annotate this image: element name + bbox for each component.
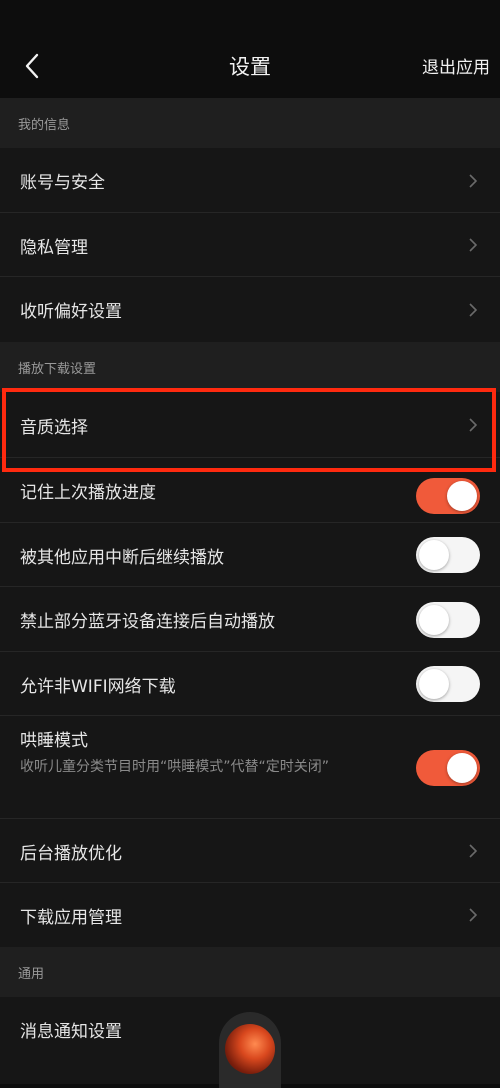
sleep-mode-text: 哄睡模式 收听儿童分类节目时用“哄睡模式”代替“定时关闭” — [20, 726, 405, 778]
exit-app-button[interactable]: 退出应用 — [422, 55, 490, 81]
row-block-bluetooth-autoplay: 禁止部分蓝牙设备连接后自动播放 — [0, 587, 500, 652]
row-label: 隐私管理 — [20, 237, 88, 258]
row-label: 收听偏好设置 — [20, 302, 122, 322]
row-listen-preference[interactable]: 收听偏好设置 — [0, 277, 500, 342]
row-download-manage[interactable]: 下载应用管理 — [0, 883, 500, 947]
row-label: 允许非WIFI网络下载 — [20, 676, 176, 697]
row-resume-after-interrupt: 被其他应用中断后继续播放 — [0, 523, 500, 587]
sleep-mode-description: 收听儿童分类节目时用“哄睡模式”代替“定时关闭” — [20, 759, 330, 775]
chevron-right-icon — [469, 302, 478, 317]
toggle-knob — [447, 481, 477, 511]
row-background-optimize[interactable]: 后台播放优化 — [0, 819, 500, 883]
mini-player-button[interactable] — [219, 1012, 281, 1088]
chevron-right-icon — [469, 844, 478, 858]
row-label: 被其他应用中断后继续播放 — [20, 547, 224, 568]
resume-after-interrupt-toggle[interactable] — [416, 537, 480, 573]
row-allow-non-wifi: 允许非WIFI网络下载 — [0, 652, 500, 716]
section-header-my-info: 我的信息 — [0, 98, 500, 148]
toggle-knob — [447, 753, 477, 783]
row-label: 账号与安全 — [20, 173, 105, 193]
chevron-right-icon — [469, 238, 478, 252]
row-audio-quality[interactable]: 音质选择 — [0, 392, 500, 458]
toggle-knob — [419, 669, 449, 699]
sleep-mode-toggle[interactable] — [416, 750, 480, 786]
row-label: 哄睡模式 — [20, 731, 88, 751]
allow-non-wifi-toggle[interactable] — [416, 666, 480, 702]
header-bar: 设置 退出应用 — [0, 0, 500, 98]
row-label: 下载应用管理 — [20, 907, 122, 928]
chevron-right-icon — [469, 418, 478, 432]
row-remember-progress: 记住上次播放进度 — [0, 458, 500, 523]
toggle-knob — [419, 605, 449, 635]
section-header-playback: 播放下载设置 — [0, 342, 500, 392]
row-label: 消息通知设置 — [20, 1022, 122, 1042]
toggle-knob — [419, 540, 449, 570]
chevron-right-icon — [469, 173, 478, 188]
section-header-general: 通用 — [0, 947, 500, 997]
row-label: 音质选择 — [20, 417, 88, 438]
block-bluetooth-autoplay-toggle[interactable] — [416, 602, 480, 638]
remember-progress-toggle[interactable] — [416, 478, 480, 514]
album-cover-icon — [225, 1024, 275, 1074]
chevron-right-icon — [469, 908, 478, 922]
row-label: 记住上次播放进度 — [20, 483, 156, 503]
row-privacy[interactable]: 隐私管理 — [0, 213, 500, 277]
row-account-security[interactable]: 账号与安全 — [0, 148, 500, 213]
row-label: 后台播放优化 — [20, 843, 122, 864]
row-sleep-mode: 哄睡模式 收听儿童分类节目时用“哄睡模式”代替“定时关闭” — [0, 716, 500, 819]
row-label: 禁止部分蓝牙设备连接后自动播放 — [20, 612, 275, 632]
